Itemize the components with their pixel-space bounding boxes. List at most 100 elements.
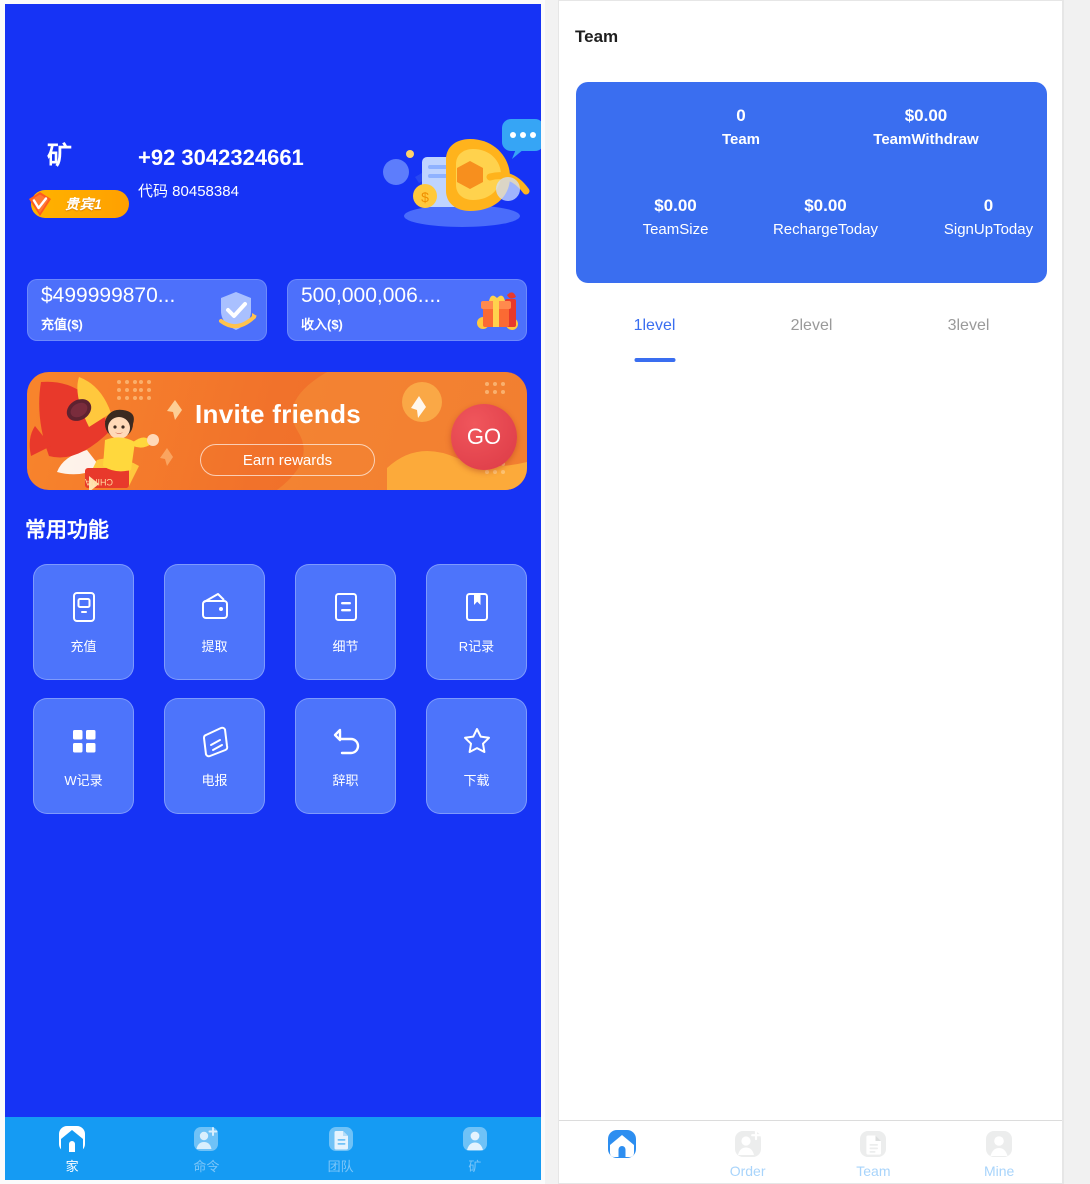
nav-item-mine[interactable]: 矿 xyxy=(408,1117,541,1180)
balance-card-recharge[interactable]: $499999870... 充值($) xyxy=(27,279,267,341)
banner-title: Invite friends xyxy=(195,399,362,429)
feature-tile-telegram[interactable]: 电报 xyxy=(164,698,265,814)
nav-label: 家 xyxy=(65,1159,79,1174)
stat-label: TeamWithdraw xyxy=(873,131,979,148)
gift-box-icon xyxy=(477,292,518,330)
balance-cards: $499999870... 充值($) 500,000,006.... 收入($… xyxy=(27,279,527,341)
nav-label: Mine xyxy=(983,1163,1015,1179)
left-app-panel: 矿 贵宾1 +92 3042324661 代码 80458384 $ $4999… xyxy=(0,0,545,1184)
feature-label: 辞职 xyxy=(332,772,359,788)
tab-1level[interactable]: 1level xyxy=(576,309,733,354)
nav-label: Team xyxy=(856,1163,891,1179)
nav-item-order[interactable]: Order xyxy=(685,1121,811,1183)
nav-item-order[interactable]: 命令 xyxy=(139,1117,273,1180)
balance-recharge-amount: $499999870... xyxy=(41,284,176,307)
left-bottom-nav: 家 命令 团队 矿 xyxy=(5,1117,541,1180)
stat-label: RechargeToday xyxy=(772,221,879,238)
invite-friends-banner[interactable]: CHINA Invite friends Earn rewards GO xyxy=(27,372,527,490)
order-user-icon xyxy=(734,1130,761,1157)
undo-arrow-icon xyxy=(333,728,359,754)
vip-diamond-icon xyxy=(29,192,51,216)
tab-label: 3level xyxy=(947,317,990,334)
nav-item-team[interactable]: Team xyxy=(811,1121,937,1183)
page-title: Team xyxy=(575,27,619,46)
telegram-card-icon xyxy=(202,726,228,757)
balance-income-amount: 500,000,006.... xyxy=(301,284,442,307)
page-scrollbar[interactable] xyxy=(1063,0,1090,1184)
feature-label: 提取 xyxy=(201,638,228,654)
feature-tile-details[interactable]: 细节 xyxy=(295,564,396,680)
features-grid: 充值 提取 细节 R记录 W记录 电报 辞职 下载 xyxy=(33,564,528,832)
grid-squares-icon xyxy=(72,729,95,752)
profile-illustration-icon: $ xyxy=(383,119,541,227)
vip-badge[interactable]: 贵宾1 xyxy=(29,190,129,218)
stat-value: $0.00 xyxy=(804,196,847,215)
stat-signup-today: 0 SignUpToday xyxy=(896,194,1062,242)
nav-item-home[interactable]: 家 xyxy=(5,1117,139,1180)
level-tabs: 1level 2level 3level xyxy=(576,309,1047,354)
nav-label: 团队 xyxy=(327,1159,354,1174)
team-doc-icon xyxy=(328,1127,353,1151)
nav-label: 矿 xyxy=(468,1159,482,1174)
right-bottom-nav: Order Team Mine xyxy=(559,1121,1062,1183)
tab-2level[interactable]: 2level xyxy=(733,309,890,354)
svg-text:$: $ xyxy=(421,189,429,205)
document-lines-icon xyxy=(334,592,357,621)
feature-tile-wrecord[interactable]: W记录 xyxy=(33,698,134,814)
feature-label: 下载 xyxy=(463,772,490,788)
home-icon xyxy=(59,1126,86,1152)
stat-value: $0.00 xyxy=(904,106,948,125)
team-doc-icon xyxy=(860,1131,887,1157)
nav-item-mine[interactable]: Mine xyxy=(936,1121,1062,1183)
scrollbar-separator xyxy=(1063,0,1064,1184)
nav-item-team[interactable]: 团队 xyxy=(274,1117,408,1180)
recharge-icon xyxy=(72,591,95,622)
banner-go-label: GO xyxy=(466,424,502,449)
features-row-1: 充值 提取 细节 R记录 xyxy=(33,564,528,680)
bookmark-icon xyxy=(465,592,488,621)
tab-3level[interactable]: 3level xyxy=(890,309,1047,354)
profile-header: 矿 贵宾1 +92 3042324661 代码 80458384 $ xyxy=(25,119,541,237)
banner-subtitle-pill: Earn rewards xyxy=(200,444,375,476)
balance-recharge-label: 充值($) xyxy=(41,317,83,332)
features-row-2: W记录 电报 辞职 下载 xyxy=(33,698,528,814)
stat-label: SignUpToday xyxy=(943,221,1034,238)
feature-tile-rrecord[interactable]: R记录 xyxy=(426,564,527,680)
feature-tile-recharge[interactable]: 充值 xyxy=(33,564,134,680)
tab-label: 2level xyxy=(790,317,833,334)
svg-text:CHINA: CHINA xyxy=(85,477,113,487)
tab-label: 1level xyxy=(633,317,676,334)
profile-display-name: 矿 xyxy=(47,142,74,170)
feature-tile-withdraw[interactable]: 提取 xyxy=(164,564,265,680)
screen-root: 矿 贵宾1 +92 3042324661 代码 80458384 $ $4999… xyxy=(0,0,1090,1184)
feature-label: W记录 xyxy=(64,772,103,788)
mine-user-icon xyxy=(986,1131,1013,1157)
feature-label: R记录 xyxy=(458,638,495,654)
feature-label: 充值 xyxy=(70,638,97,654)
right-team-panel: Team 0 Team $0.00 TeamWithdraw $0.00 Tea… xyxy=(558,0,1063,1184)
feature-tile-resign[interactable]: 辞职 xyxy=(295,698,396,814)
banner-go-button[interactable]: GO xyxy=(451,404,517,470)
stat-team-withdraw: $0.00 TeamWithdraw xyxy=(806,104,1046,152)
nav-label: Order xyxy=(729,1163,766,1179)
stat-recharge-today: $0.00 RechargeToday xyxy=(728,194,923,242)
profile-code: 代码 80458384 xyxy=(138,183,239,200)
stat-value: 0 xyxy=(983,196,994,215)
balance-income-label: 收入($) xyxy=(301,317,343,332)
vip-badge-label: 贵宾1 xyxy=(65,196,103,212)
nav-label: 命令 xyxy=(193,1159,220,1174)
feature-label: 电报 xyxy=(201,772,228,788)
home-icon xyxy=(607,1130,636,1158)
wallet-icon xyxy=(201,592,228,619)
features-section-title: 常用功能 xyxy=(25,519,109,542)
feature-label: 细节 xyxy=(332,638,359,654)
feature-tile-download[interactable]: 下载 xyxy=(426,698,527,814)
profile-phone: +92 3042324661 xyxy=(138,145,304,170)
shield-check-icon xyxy=(219,292,257,330)
banner-subtitle: Earn rewards xyxy=(242,451,333,469)
nav-item-home[interactable] xyxy=(559,1121,685,1183)
balance-card-income[interactable]: 500,000,006.... 收入($) xyxy=(287,279,527,341)
mine-user-icon xyxy=(462,1127,487,1151)
team-stats-card: 0 Team $0.00 TeamWithdraw $0.00 TeamSize… xyxy=(576,82,1047,283)
star-icon xyxy=(463,727,490,753)
